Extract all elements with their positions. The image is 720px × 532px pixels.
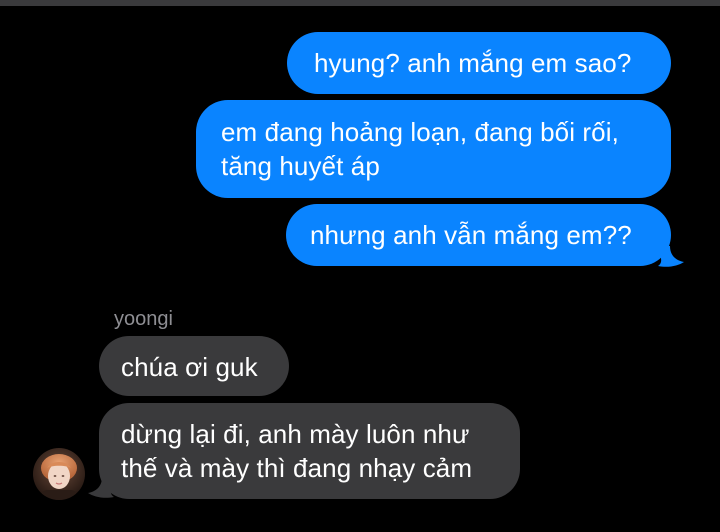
sender-name: yoongi xyxy=(114,308,173,330)
sent-message-bubble[interactable]: em đang hoảng loạn, đang bối rối, tăng h… xyxy=(196,100,671,198)
sent-bubble-tail xyxy=(658,246,684,267)
message-text: hyung? anh mắng em sao? xyxy=(314,48,632,78)
received-message-bubble[interactable]: dừng lại đi, anh mày luôn như thế và mày… xyxy=(99,403,520,499)
sent-message-bubble[interactable]: nhưng anh vẫn mắng em?? xyxy=(286,204,671,266)
message-text: nhưng anh vẫn mắng em?? xyxy=(310,220,632,250)
message-thread[interactable]: hyung? anh mắng em sao? em đang hoảng lo… xyxy=(0,0,720,532)
received-message-bubble[interactable]: chúa ơi guk xyxy=(99,336,289,396)
message-text: chúa ơi guk xyxy=(121,352,258,382)
message-text-line: dừng lại đi, anh mày luôn như xyxy=(121,419,470,449)
message-text-line: thế và mày thì đang nhạy cảm xyxy=(121,453,473,483)
message-text-line: em đang hoảng loạn, đang bối rối, xyxy=(221,117,619,147)
sent-message-bubble[interactable]: hyung? anh mắng em sao? xyxy=(287,32,671,94)
message-text-line: tăng huyết áp xyxy=(221,151,380,181)
contact-avatar-icon[interactable] xyxy=(33,448,85,500)
received-bubble-tail xyxy=(88,477,114,498)
